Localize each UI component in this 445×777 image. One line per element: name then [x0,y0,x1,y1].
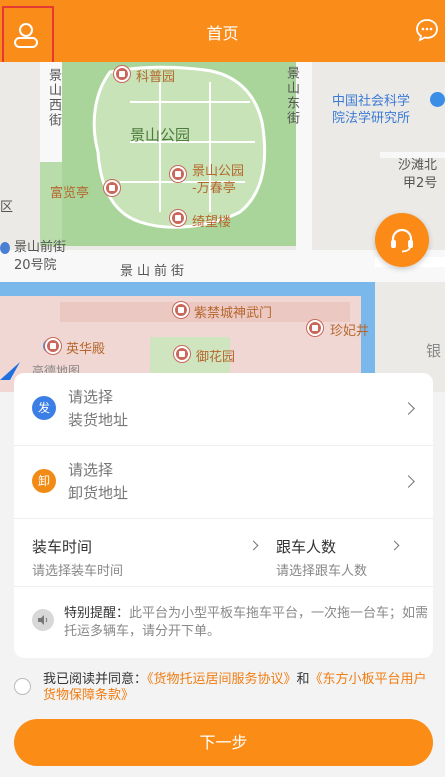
poi-marker[interactable] [104,180,120,196]
headset-icon [391,228,413,253]
load-badge-icon: 发 [32,396,56,420]
poi-marker[interactable] [173,302,189,318]
unload-badge-icon: 卸 [32,469,56,493]
load-address-label: 装货地址 [68,411,129,429]
map-label: 沙滩北 [398,158,438,173]
load-time-placeholder: 请选择装车时间 [32,564,124,579]
location-pin-icon [0,242,10,254]
map-label: 景山前街 [120,264,189,279]
unload-address-hint: 请选择 [68,461,114,479]
poi-marker[interactable] [45,338,61,354]
map-label: 珍妃井 [330,324,370,339]
map-label: 20号院 [14,258,57,273]
notice-title: 特别提醒： [64,606,130,621]
loading-address-row[interactable]: 发 请选择 装货地址 [14,373,433,446]
passenger-count-label: 跟车人数 [276,538,337,556]
top-bar: 首页 [0,0,445,69]
page-title: 首页 [206,24,239,43]
chevron-right-icon [248,540,259,551]
next-step-button[interactable]: 下一步 [14,719,433,766]
agreement-and: 和 [296,672,310,687]
map-label: 绮望楼 [192,215,232,230]
service-agreement-link[interactable]: 《货物托运居间服务协议》 [147,672,297,687]
map-label: 御花园 [196,350,236,365]
poi-marker[interactable] [307,320,323,336]
map-label: 英华殿 [66,342,106,357]
poi-marker[interactable] [174,346,190,362]
passenger-count-placeholder: 请选择跟车人数 [276,564,368,579]
location-pin-icon [430,92,445,107]
map-label: 景山东街 [284,66,299,126]
load-time-label: 装车时间 [32,538,93,556]
map-label: 科普园 [136,70,176,85]
poi-marker[interactable] [170,166,186,182]
map-label: 银 [426,342,442,360]
notice-text: 特别提醒：此平台为小型平板车拖车平台，一次拖一台车；如需托运多辆车，请分开下单。 [64,605,439,641]
map-label: 景山西街 [46,68,61,128]
time-passenger-row: 装车时间 请选择装车时间 跟车人数 请选择跟车人数 [14,519,433,587]
agreement-prefix: 我已阅读并同意： [43,672,148,687]
chevron-right-icon [402,475,415,488]
load-time-selector[interactable]: 装车时间 请选择装车时间 [32,519,262,587]
load-address-hint: 请选择 [68,388,114,406]
agreement-checkbox[interactable] [14,678,31,695]
map-label: 区 [0,200,14,215]
chat-bubble-icon [416,19,438,42]
customer-service-button[interactable] [375,213,429,267]
chevron-right-icon [389,540,400,551]
poi-marker[interactable] [114,66,130,82]
map-label: 甲2号 [403,176,438,191]
unload-address-label: 卸货地址 [68,484,129,502]
map-label: 富览亭 [50,186,90,201]
chevron-right-icon [402,402,415,415]
map-label: 院法学研究所 [332,111,411,126]
chat-button[interactable] [415,18,439,42]
map-label: 景山前街 [14,240,67,255]
speaker-icon [32,609,54,631]
passenger-count-selector[interactable]: 跟车人数 请选择跟车人数 [276,519,416,587]
poi-marker[interactable] [170,210,186,226]
map-label: -万春亭 [192,181,236,196]
agreement-text: 我已阅读并同意：《货物托运居间服务协议》和《东方小板平台用户货物保障条款》 [43,672,439,704]
map-label: 景山公园 [130,126,191,144]
map-label: 紫禁城神武门 [194,306,273,321]
order-form-card: 发 请选择 装货地址 卸 请选择 卸货地址 装车时间 请选择装车时间 跟车人数 … [14,373,433,658]
unloading-address-row[interactable]: 卸 请选择 卸货地址 [14,446,433,519]
